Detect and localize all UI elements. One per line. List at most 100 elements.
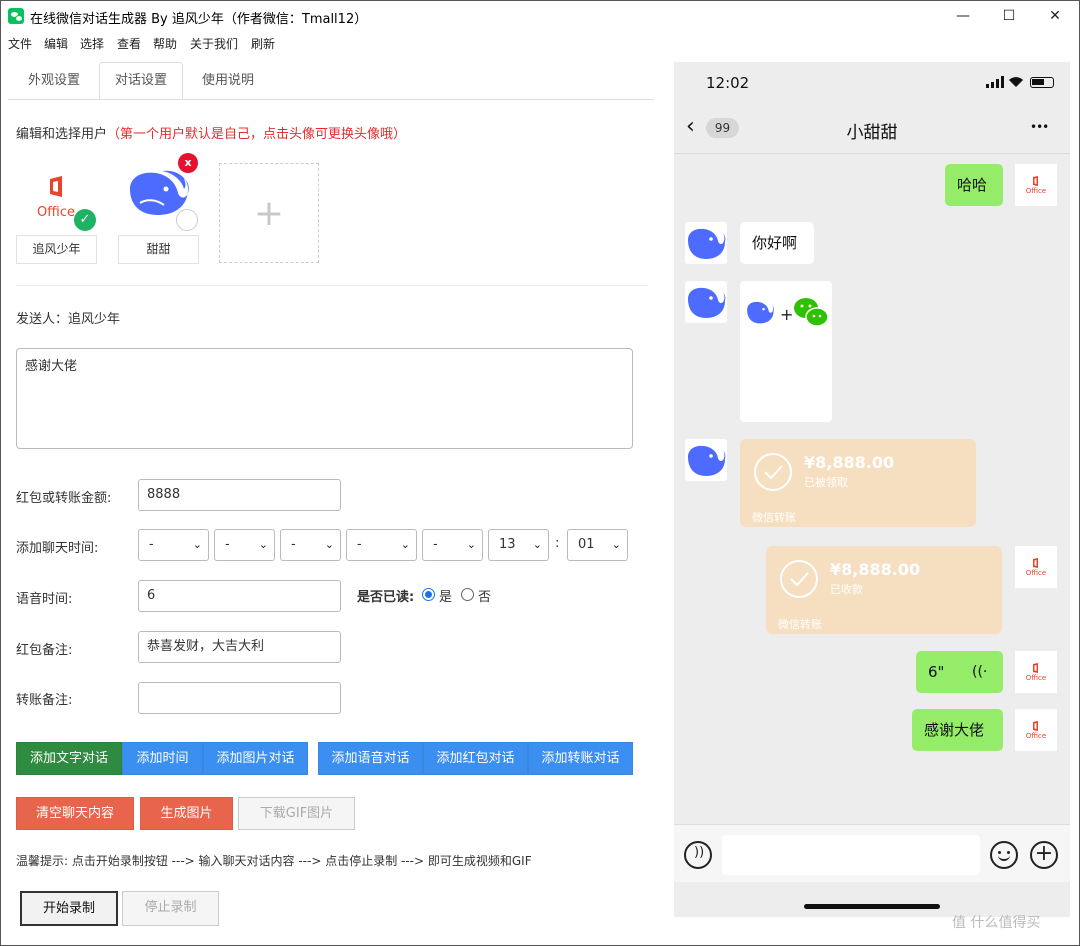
whale-avatar-icon xyxy=(685,439,727,481)
office-avatar-icon: Office xyxy=(1015,546,1057,588)
delete-user-icon[interactable]: x xyxy=(178,153,198,173)
chevron-down-icon: ⌄ xyxy=(466,538,476,551)
chevron-down-icon: ⌄ xyxy=(532,538,542,551)
time-select-minute[interactable]: 01 ⌄ xyxy=(567,529,628,561)
add-image-button[interactable]: 添加图片对话 xyxy=(203,742,308,775)
chat-input-bar: )) + xyxy=(674,824,1070,882)
office-logo-icon: Office xyxy=(36,175,76,223)
add-user-button[interactable]: + xyxy=(219,163,319,263)
transfer-footer: 微信转账 xyxy=(778,618,822,631)
close-button[interactable]: ✕ xyxy=(1032,0,1078,32)
time-select-period[interactable]: - ⌄ xyxy=(422,529,483,561)
wechat-logo-icon xyxy=(792,295,832,331)
wifi-icon xyxy=(1008,75,1024,88)
chevron-down-icon: ⌄ xyxy=(324,538,334,551)
chat-text-input[interactable] xyxy=(722,835,980,875)
tab-dialog[interactable]: 对话设置 xyxy=(99,62,184,100)
redpacket-note-input[interactable]: 恭喜发财，大吉大利 xyxy=(138,631,341,663)
chat-nav-bar: ‹ 99 小甜甜 ••• xyxy=(674,102,1070,154)
read-label: 是否已读: xyxy=(357,590,415,605)
voice-input-icon[interactable]: )) xyxy=(684,841,712,869)
time-label: 添加聊天时间: xyxy=(16,541,99,556)
menu-help[interactable]: 帮助 xyxy=(153,35,177,52)
add-voice-button[interactable]: 添加语音对话 xyxy=(318,742,423,775)
download-gif-button[interactable]: 下载GIF图片 xyxy=(238,797,355,830)
read-yes-label[interactable]: 是 xyxy=(439,586,452,605)
home-indicator xyxy=(804,904,940,909)
transfer-footer: 微信转账 xyxy=(752,511,796,524)
voice-label: 语音时间: xyxy=(16,592,73,607)
chevron-down-icon: ⌄ xyxy=(400,538,410,551)
emoji-icon[interactable] xyxy=(990,841,1018,869)
transfer-status: 已收款 xyxy=(830,583,863,596)
check-circle-icon xyxy=(754,453,792,491)
office-avatar-icon: Office xyxy=(1015,164,1057,206)
tab-appearance[interactable]: 外观设置 xyxy=(12,62,96,100)
office-avatar-icon: Office xyxy=(1015,651,1057,693)
section-divider xyxy=(16,285,648,286)
read-no-label[interactable]: 否 xyxy=(478,586,491,605)
tip-text: 温馨提示: 点击开始录制按钮 ---> 输入聊天对话内容 ---> 点击停止录制… xyxy=(16,854,532,868)
time-select-month[interactable]: - ⌄ xyxy=(214,529,275,561)
redpacket-note-label: 红包备注: xyxy=(16,643,73,658)
unselected-circle-icon xyxy=(176,209,198,231)
clear-chat-button[interactable]: 清空聊天内容 xyxy=(16,797,134,830)
chevron-down-icon: ⌄ xyxy=(611,538,621,551)
transfer-message-right: ¥8,888.00 已收款 微信转账 xyxy=(766,546,1002,634)
chat-image-message: + xyxy=(740,281,832,422)
more-icon[interactable]: ••• xyxy=(1030,120,1049,134)
voice-input[interactable]: 6 xyxy=(138,580,341,612)
menu-refresh[interactable]: 刷新 xyxy=(251,35,275,52)
user-name-self[interactable]: 追风少年 xyxy=(16,235,97,264)
start-record-button[interactable]: 开始录制 xyxy=(20,891,118,926)
menu-about[interactable]: 关于我们 xyxy=(190,35,238,52)
stop-record-button[interactable]: 停止录制 xyxy=(122,891,219,926)
maximize-button[interactable]: ☐ xyxy=(986,0,1032,32)
read-yes-radio[interactable] xyxy=(422,588,435,601)
menu-file[interactable]: 文件 xyxy=(8,35,32,52)
status-time: 12:02 xyxy=(706,74,750,92)
signal-icon xyxy=(986,76,1004,88)
time-select-weekday[interactable]: - ⌄ xyxy=(346,529,417,561)
time-select-hour[interactable]: 13 ⌄ xyxy=(488,529,549,561)
user-card-other[interactable]: x 甜甜 xyxy=(118,153,200,264)
whale-avatar-icon xyxy=(685,281,727,323)
chat-title: 小甜甜 xyxy=(846,123,898,143)
user-name-other[interactable]: 甜甜 xyxy=(118,235,199,264)
whale-image-icon xyxy=(742,297,778,327)
transfer-status: 已被领取 xyxy=(804,476,848,489)
phone-preview: 12:02 ‹ 99 小甜甜 ••• 哈哈 Office 你好啊 + ¥8,88… xyxy=(674,62,1070,917)
menu-edit[interactable]: 编辑 xyxy=(44,35,68,52)
read-no-radio[interactable] xyxy=(461,588,474,601)
generate-image-button[interactable]: 生成图片 xyxy=(140,797,233,830)
sender-label: 发送人：追风少年 xyxy=(16,312,121,327)
users-hint-label: 编辑和选择用户 xyxy=(16,127,108,142)
voice-wave-icon: ((· xyxy=(972,664,988,680)
check-circle-icon xyxy=(780,560,818,598)
users-hint: 编辑和选择用户（第一个用户默认是自己，点击头像可更换头像哦） xyxy=(16,123,406,142)
chat-bubble-right: 哈哈 xyxy=(945,164,1003,206)
user-card-self[interactable]: Office ✓ 追风少年 xyxy=(16,163,98,264)
minimize-button[interactable]: — xyxy=(940,0,986,32)
add-redpacket-button[interactable]: 添加红包对话 xyxy=(423,742,528,775)
time-select-day[interactable]: - ⌄ xyxy=(280,529,341,561)
add-time-button[interactable]: 添加时间 xyxy=(122,742,203,775)
transfer-message-left: ¥8,888.00 已被领取 微信转账 xyxy=(740,439,976,527)
tab-divider xyxy=(8,99,654,100)
status-bar: 12:02 xyxy=(674,62,1070,102)
menu-select[interactable]: 选择 xyxy=(80,35,104,52)
add-transfer-button[interactable]: 添加转账对话 xyxy=(528,742,633,775)
voice-bubble: 6" ((· xyxy=(916,651,1003,693)
tab-help[interactable]: 使用说明 xyxy=(186,62,270,100)
add-text-button[interactable]: 添加文字对话 xyxy=(16,742,122,775)
menu-view[interactable]: 查看 xyxy=(117,35,141,52)
chevron-down-icon: ⌄ xyxy=(258,538,268,551)
time-select-year[interactable]: - ⌄ xyxy=(138,529,209,561)
transfer-note-input[interactable] xyxy=(138,682,341,714)
transfer-note-label: 转账备注: xyxy=(16,693,73,708)
watermark-text: 值 什么值得买 xyxy=(952,915,1041,931)
selected-check-icon: ✓ xyxy=(74,209,96,231)
amount-input[interactable]: 8888 xyxy=(138,479,341,511)
message-textarea[interactable]: 感谢大佬 xyxy=(16,348,633,449)
plus-icon[interactable]: + xyxy=(1030,841,1058,869)
